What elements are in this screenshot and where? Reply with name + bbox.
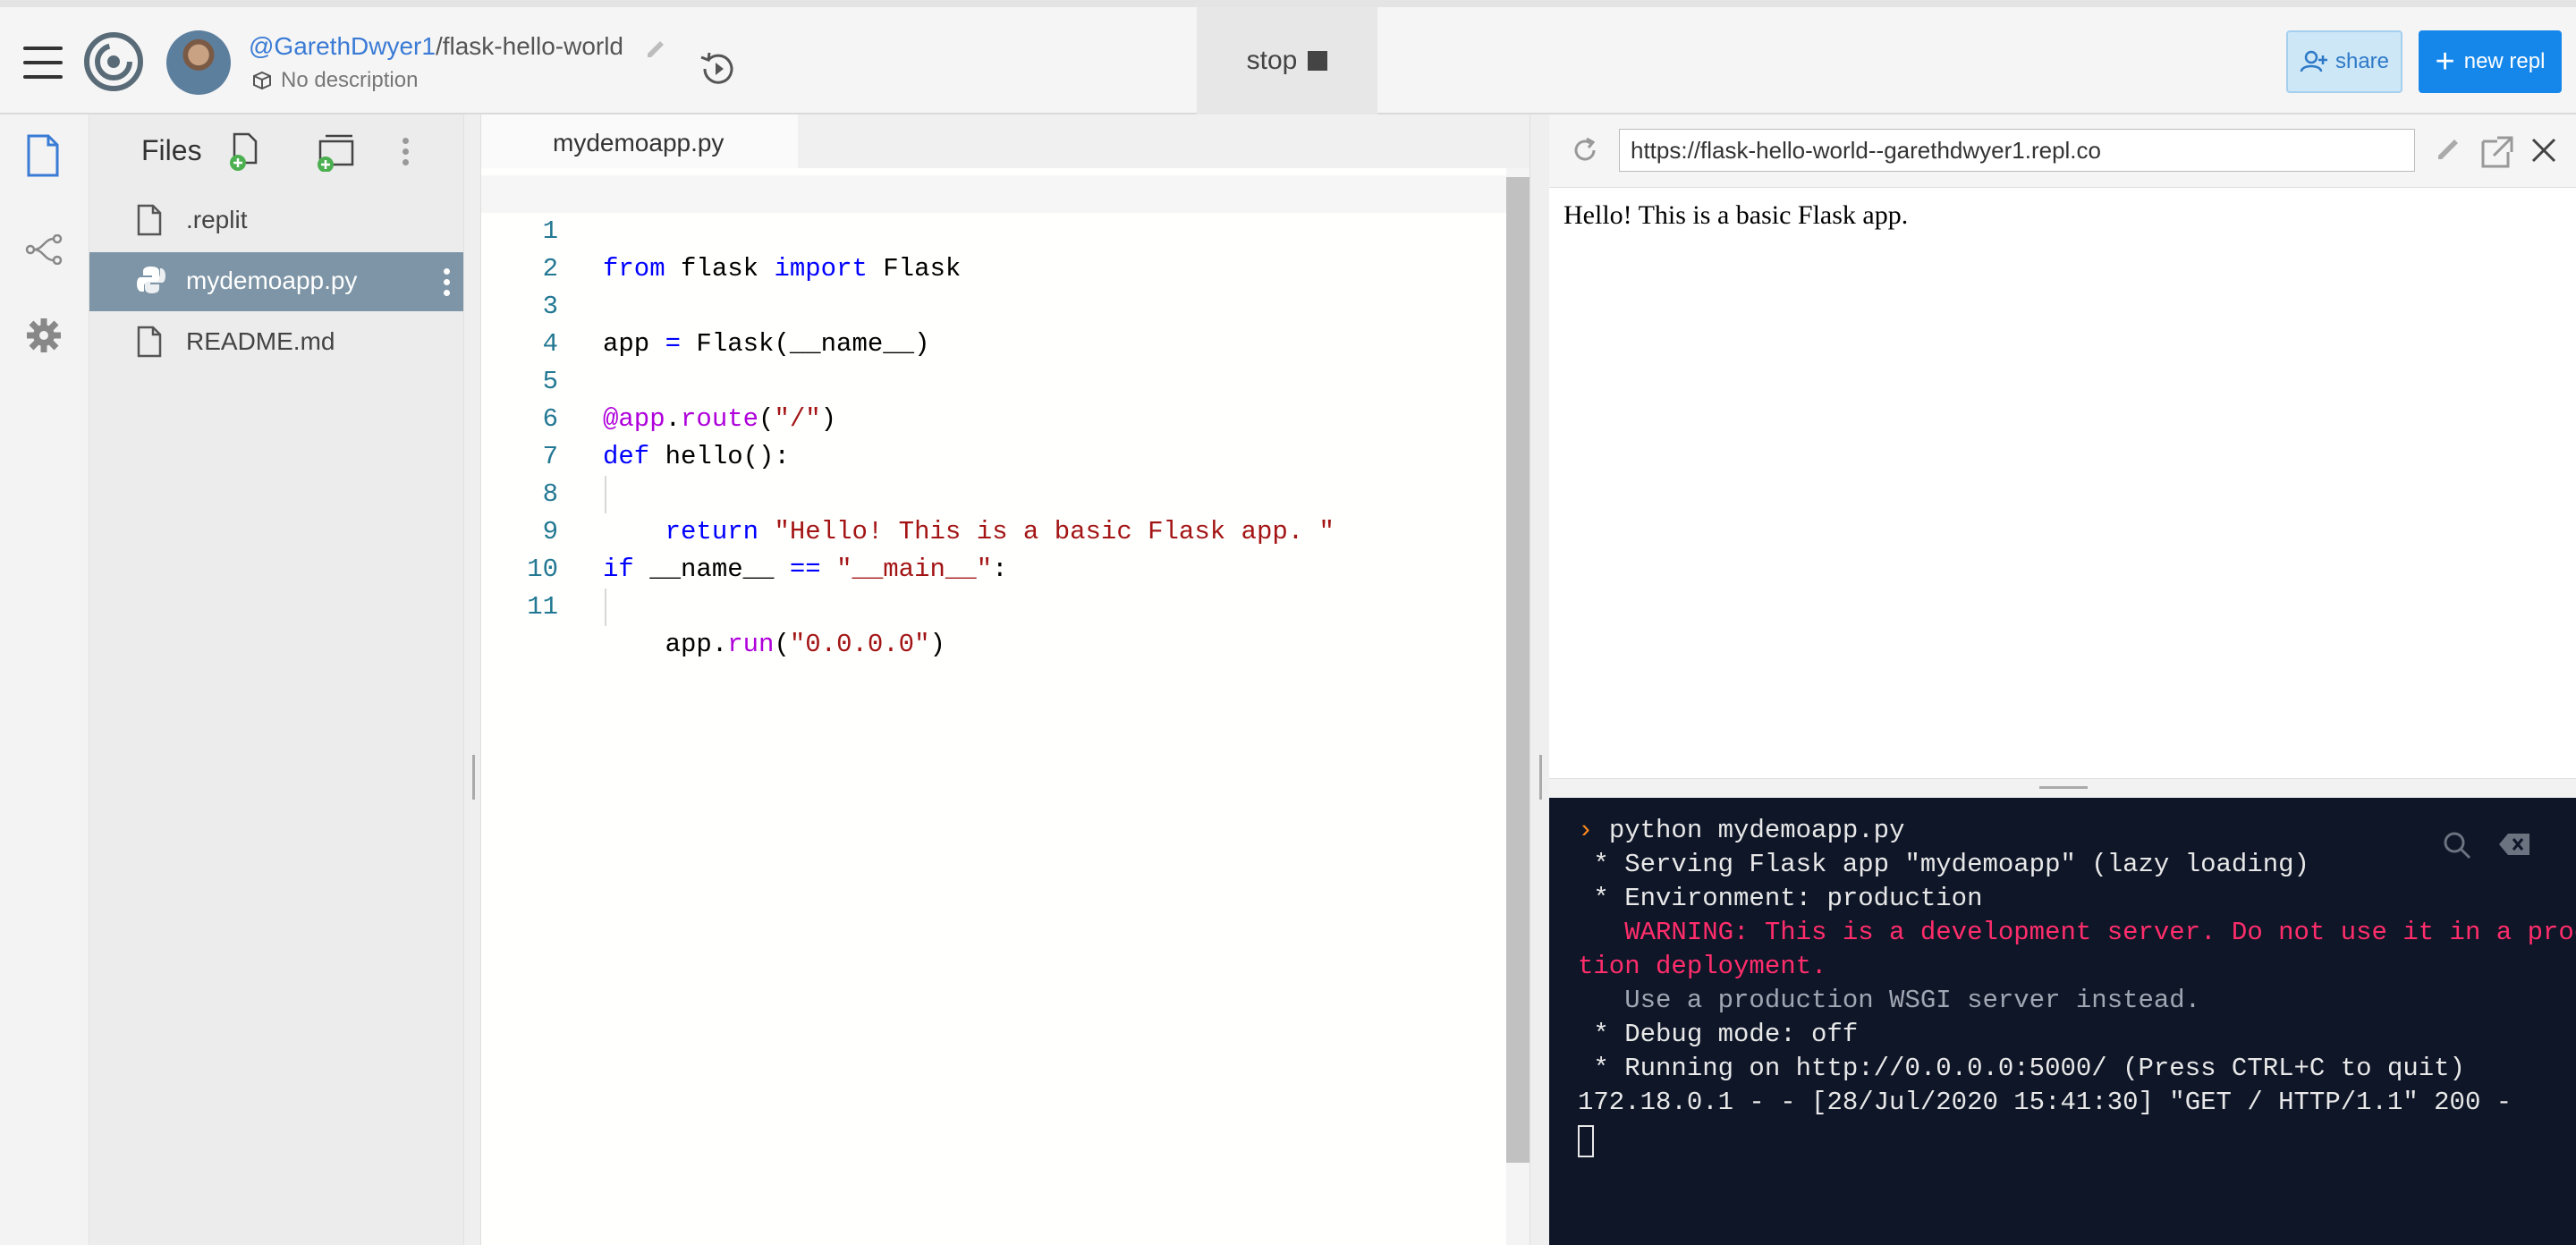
code-line[interactable]: 11 — [481, 551, 1506, 622]
prompt-arrow-icon: › — [1578, 816, 1609, 845]
console-line: * Serving Flask app "mydemoapp" (lazy lo… — [1578, 850, 2309, 879]
description-text: No description — [281, 68, 419, 92]
code-line[interactable]: 5 @app.route("/") — [481, 326, 1506, 434]
plus-icon: + — [2435, 43, 2455, 80]
files-panel: Files .replit mydemoapp.py README.md — [89, 114, 463, 1245]
console-cursor[interactable] — [1578, 1125, 1594, 1157]
files-editor-splitter[interactable] — [463, 114, 481, 1245]
repl-description[interactable]: No description — [252, 68, 418, 93]
console-line: 172.18.0.1 - - [28/Jul/2020 15:41:30] "G… — [1578, 1088, 2512, 1117]
splitter-grip[interactable] — [2039, 786, 2088, 789]
url-input[interactable]: https://flask-hello-world--garethdwyer1.… — [1619, 129, 2415, 172]
line-number: 11 — [527, 592, 558, 622]
code-line[interactable]: 4 — [481, 288, 1506, 359]
username-link[interactable]: @GarethDwyer1 — [249, 32, 436, 60]
share-label: share — [2334, 49, 2390, 73]
code-line[interactable]: 3 app = Flask(__name__) — [481, 250, 1506, 359]
history-icon[interactable] — [696, 47, 741, 91]
stop-icon — [1308, 51, 1328, 71]
console-line: › python mydemoapp.py — [1578, 816, 1905, 845]
code-line[interactable]: 7 return "Hello! This is a basic Flask a… — [481, 401, 1506, 546]
code-line[interactable]: 9 if __name__ == "__main__": — [481, 476, 1506, 584]
repl-title[interactable]: @GarethDwyer1/flask-hello-world — [249, 32, 623, 61]
replit-logo[interactable] — [84, 32, 143, 91]
title-separator: / — [435, 32, 443, 60]
add-user-icon — [2300, 50, 2327, 72]
editor-tab-bar: mydemoapp.py — [481, 114, 1530, 168]
code-text: app.run("0.0.0.0") — [603, 630, 945, 659]
web-content-text: Hello! This is a basic Flask app. — [1563, 200, 1909, 230]
console-warning-line: tion deployment. — [1578, 952, 1827, 981]
new-repl-label: new repl — [2463, 49, 2546, 73]
code-area[interactable]: 1 from flask import Flask 2 3 app = Flas… — [481, 168, 1506, 1245]
file-name: README.md — [186, 327, 335, 355]
file-more-icon[interactable] — [444, 268, 451, 301]
add-file-icon[interactable] — [229, 132, 261, 172]
console[interactable]: › python mydemoapp.py * Serving Flask ap… — [1549, 798, 2576, 1245]
code-line[interactable]: 2 — [481, 213, 1506, 284]
repl-name[interactable]: flask-hello-world — [443, 32, 623, 60]
add-folder-icon[interactable] — [317, 132, 356, 172]
search-icon[interactable] — [2442, 830, 2472, 860]
stop-button[interactable]: stop — [1197, 7, 1377, 114]
code-line[interactable]: 1 from flask import Flask — [481, 175, 1506, 284]
version-control-icon[interactable] — [25, 234, 63, 265]
url-bar: https://flask-hello-world--garethdwyer1.… — [1549, 114, 2576, 188]
stop-label: stop — [1246, 46, 1298, 75]
file-item-replit[interactable]: .replit — [89, 191, 463, 250]
refresh-icon[interactable] — [1569, 134, 1601, 166]
avatar[interactable] — [166, 30, 231, 95]
code-editor[interactable]: mydemoapp.py 1 from flask import Flask 2… — [481, 114, 1530, 1245]
top-bar: @GarethDwyer1/flask-hello-world No descr… — [0, 0, 2576, 114]
console-line: * Debug mode: off — [1578, 1020, 1859, 1049]
sidebar-rail — [0, 114, 89, 1245]
settings-gear-icon[interactable] — [25, 317, 63, 354]
file-icon — [137, 326, 162, 358]
code-line[interactable]: 10 app.run("0.0.0.0") — [481, 513, 1506, 659]
editor-output-splitter[interactable] — [1530, 114, 1549, 1245]
files-more-icon[interactable] — [402, 138, 410, 170]
edit-pencil-icon[interactable] — [644, 36, 667, 59]
web-preview: https://flask-hello-world--garethdwyer1.… — [1549, 114, 2576, 778]
files-header: Files — [89, 114, 463, 195]
cube-icon — [253, 71, 271, 90]
files-title: Files — [141, 134, 202, 166]
open-in-new-tab-icon[interactable] — [2479, 134, 2515, 170]
file-name: mydemoapp.py — [186, 267, 358, 294]
splitter-grip[interactable] — [1539, 755, 1542, 800]
edit-pencil-icon[interactable] — [2435, 134, 2462, 161]
console-line: * Running on http://0.0.0.0:5000/ (Press… — [1578, 1054, 2465, 1083]
webview-console-splitter[interactable] — [1549, 778, 2576, 798]
file-name: .replit — [186, 206, 248, 233]
file-icon — [137, 204, 162, 236]
splitter-grip[interactable] — [472, 755, 475, 800]
close-icon[interactable] — [2529, 136, 2558, 165]
editor-scrollbar[interactable] — [1506, 168, 1530, 1245]
python-icon — [137, 267, 165, 293]
console-line: Use a production WSGI server instead. — [1578, 986, 2201, 1015]
clear-console-icon[interactable] — [2497, 832, 2531, 857]
code-line[interactable]: 6 def hello(): — [481, 363, 1506, 471]
tab-mydemoapp[interactable]: mydemoapp.py — [481, 114, 798, 168]
menu-icon[interactable] — [23, 47, 63, 79]
console-line: * Environment: production — [1578, 884, 1983, 913]
file-item-readme[interactable]: README.md — [89, 313, 463, 372]
share-button[interactable]: share — [2286, 30, 2402, 93]
files-icon[interactable] — [25, 134, 61, 177]
file-item-mydemoapp[interactable]: mydemoapp.py — [89, 252, 463, 311]
code-line[interactable]: 8 — [481, 438, 1506, 509]
console-warning-line: WARNING: This is a development server. D… — [1578, 918, 2576, 947]
scrollbar-thumb[interactable] — [1506, 177, 1530, 1163]
indent-guide — [605, 589, 606, 626]
new-repl-button[interactable]: + new repl — [2419, 30, 2562, 93]
